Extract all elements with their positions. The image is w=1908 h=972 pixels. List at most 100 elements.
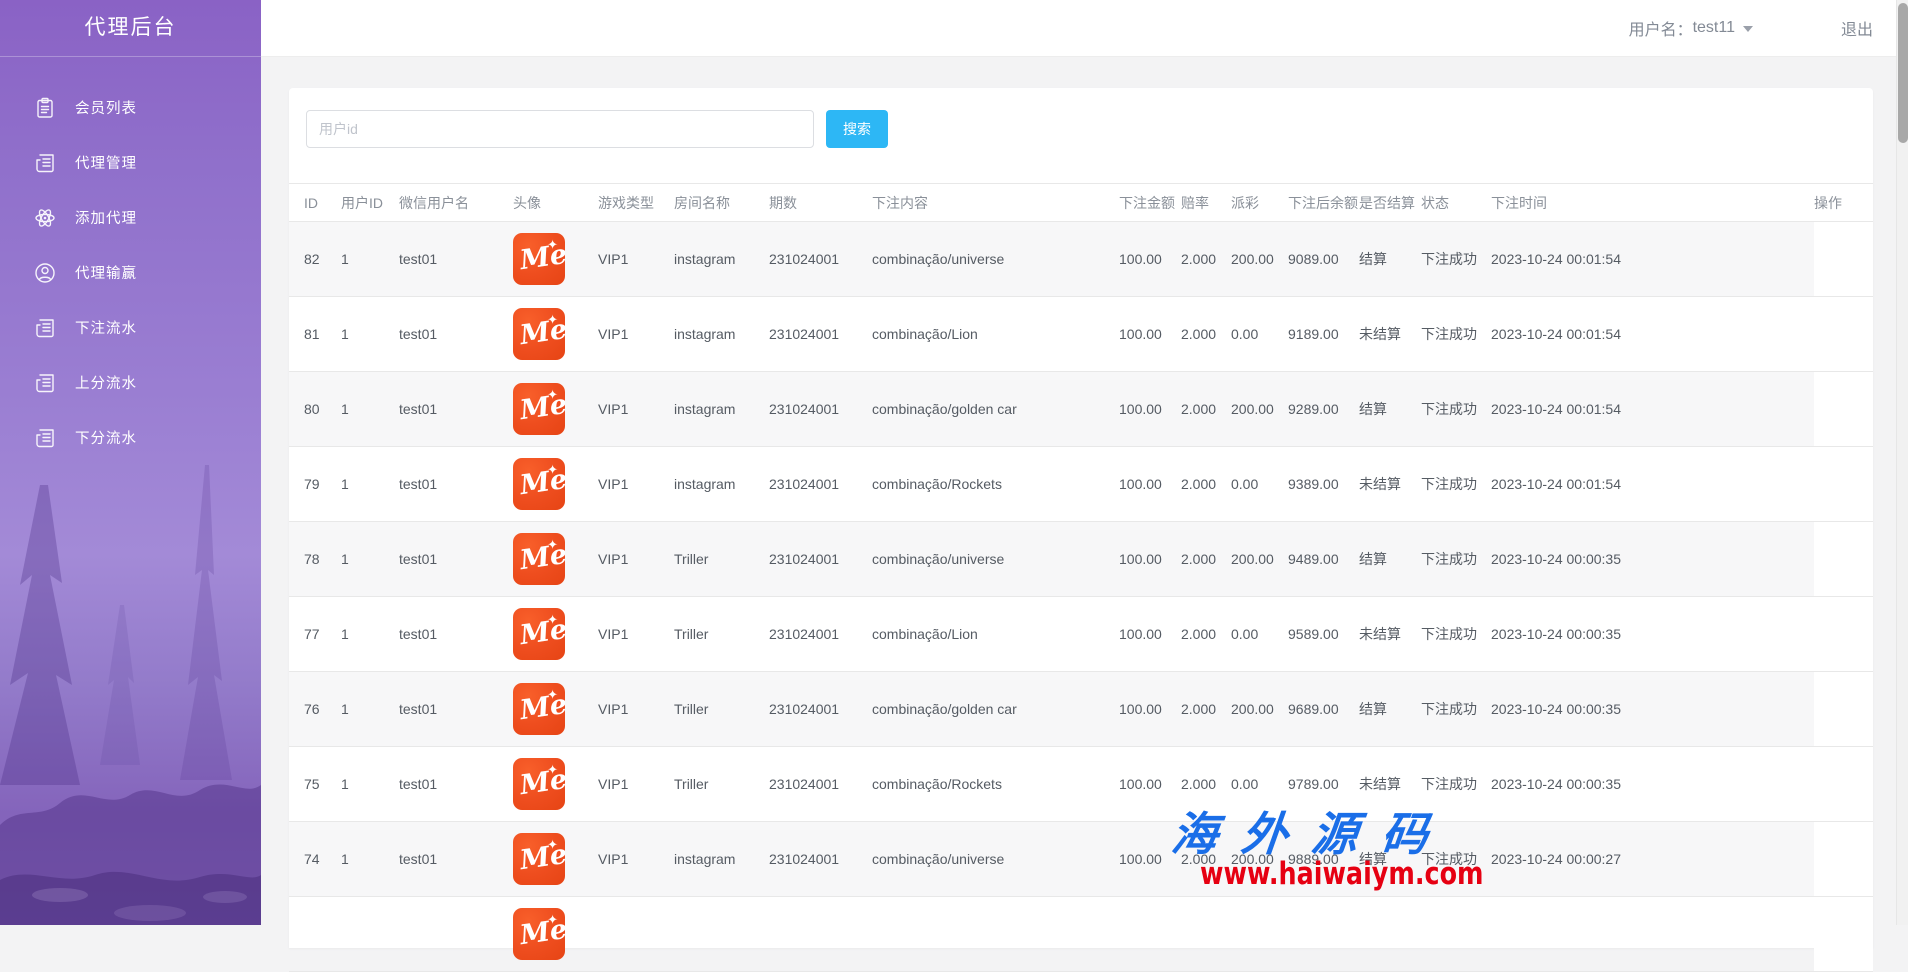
- cell-odds: 2.000: [1181, 297, 1231, 372]
- cell-room-name: [674, 897, 769, 972]
- cell-bet-content: combinação/universe: [872, 222, 1119, 297]
- sidebar-forest-background: [0, 425, 261, 925]
- cell-balance-after: 9489.00: [1288, 522, 1359, 597]
- table-row[interactable]: 75 1 test01 Me ✦ VIP1 Triller 231024001 …: [289, 747, 1873, 822]
- table-row[interactable]: 76 1 test01 Me ✦ VIP1 Triller 231024001 …: [289, 672, 1873, 747]
- sidebar-item-2[interactable]: 代理管理: [0, 135, 261, 190]
- cell-id: 81: [289, 297, 341, 372]
- logout-button[interactable]: 退出: [1841, 16, 1873, 40]
- cell-bet-time: 2023-10-24 00:00:35: [1491, 672, 1814, 747]
- cell-actions: [1814, 222, 1873, 297]
- sidebar-item-3[interactable]: 添加代理: [0, 190, 261, 245]
- cell-wechat-username: test01: [399, 597, 513, 672]
- cell-odds: [1181, 897, 1231, 972]
- cell-actions: [1814, 372, 1873, 447]
- table-row[interactable]: 81 1 test01 Me ✦ VIP1 instagram 23102400…: [289, 297, 1873, 372]
- cell-avatar: Me ✦: [513, 222, 598, 297]
- cell-bet-status: 下注成功: [1421, 297, 1491, 372]
- cell-game-type: VIP1: [598, 447, 674, 522]
- cell-bet-status: 下注成功: [1421, 522, 1491, 597]
- cell-avatar: Me ✦: [513, 747, 598, 822]
- cell-avatar: Me ✦: [513, 372, 598, 447]
- cell-user-id: 1: [341, 522, 399, 597]
- cell-bet-amount: 100.00: [1119, 597, 1181, 672]
- table-row[interactable]: 77 1 test01 Me ✦ VIP1 Triller 231024001 …: [289, 597, 1873, 672]
- cell-bet-status: 下注成功: [1421, 447, 1491, 522]
- cell-bet-status: [1421, 897, 1491, 972]
- cell-odds: 2.000: [1181, 522, 1231, 597]
- cell-payout: 0.00: [1231, 747, 1288, 822]
- column-header: 房间名称: [674, 184, 769, 222]
- cell-odds: 2.000: [1181, 822, 1231, 897]
- cell-payout: [1231, 897, 1288, 972]
- cell-wechat-username: test01: [399, 447, 513, 522]
- user-avatar: Me ✦: [513, 458, 565, 510]
- sidebar-item-5[interactable]: 下注流水: [0, 300, 261, 355]
- cell-avatar: Me ✦: [513, 447, 598, 522]
- table-row[interactable]: 80 1 test01 Me ✦ VIP1 instagram 23102400…: [289, 372, 1873, 447]
- cell-wechat-username: test01: [399, 222, 513, 297]
- cell-id: 78: [289, 522, 341, 597]
- search-input[interactable]: [306, 110, 814, 148]
- sidebar-item-4[interactable]: 代理输赢: [0, 245, 261, 300]
- cell-id: 79: [289, 447, 341, 522]
- cell-balance-after: 9089.00: [1288, 222, 1359, 297]
- cell-avatar: Me ✦: [513, 897, 598, 972]
- cell-balance-after: 9689.00: [1288, 672, 1359, 747]
- table-row-partial[interactable]: Me ✦: [289, 897, 1873, 972]
- cell-wechat-username: test01: [399, 522, 513, 597]
- column-header: 派彩: [1231, 184, 1288, 222]
- column-header: 用户ID: [341, 184, 399, 222]
- table-row[interactable]: 79 1 test01 Me ✦ VIP1 instagram 23102400…: [289, 447, 1873, 522]
- table-row[interactable]: 78 1 test01 Me ✦ VIP1 Triller 231024001 …: [289, 522, 1873, 597]
- cell-game-type: VIP1: [598, 747, 674, 822]
- news-icon: [33, 426, 57, 450]
- scrollbar-thumb[interactable]: [1898, 3, 1908, 143]
- cell-user-id: 1: [341, 747, 399, 822]
- sidebar-item-6[interactable]: 上分流水: [0, 355, 261, 410]
- cell-payout: 200.00: [1231, 672, 1288, 747]
- cell-bet-time: 2023-10-24 00:00:27: [1491, 822, 1814, 897]
- cell-avatar: Me ✦: [513, 297, 598, 372]
- clipboard-icon: [33, 96, 57, 120]
- user-avatar: Me ✦: [513, 758, 565, 810]
- cell-period: 231024001: [769, 822, 872, 897]
- cell-payout: 0.00: [1231, 447, 1288, 522]
- cell-bet-content: combinação/Lion: [872, 597, 1119, 672]
- user-dropdown[interactable]: 用户名： test11: [1629, 16, 1753, 40]
- sidebar-item-label: 上分流水: [75, 372, 137, 393]
- user-avatar: Me ✦: [513, 833, 565, 885]
- cell-actions: [1814, 297, 1873, 372]
- cell-game-type: VIP1: [598, 822, 674, 897]
- cell-game-type: [598, 897, 674, 972]
- table-row[interactable]: 82 1 test01 Me ✦ VIP1 instagram 23102400…: [289, 222, 1873, 297]
- cell-settle-status: [1359, 897, 1421, 972]
- cell-user-id: 1: [341, 297, 399, 372]
- cell-wechat-username: test01: [399, 747, 513, 822]
- cell-bet-status: 下注成功: [1421, 222, 1491, 297]
- sidebar-item-1[interactable]: 会员列表: [0, 80, 261, 135]
- cell-period: 231024001: [769, 297, 872, 372]
- cell-user-id: 1: [341, 672, 399, 747]
- cell-avatar: Me ✦: [513, 822, 598, 897]
- cell-actions: [1814, 522, 1873, 597]
- cell-odds: 2.000: [1181, 747, 1231, 822]
- cell-period: 231024001: [769, 597, 872, 672]
- cell-settle-status: 结算: [1359, 522, 1421, 597]
- cell-period: 231024001: [769, 747, 872, 822]
- cell-bet-content: combinação/Rockets: [872, 447, 1119, 522]
- cell-period: 231024001: [769, 447, 872, 522]
- cell-wechat-username: test01: [399, 297, 513, 372]
- cell-bet-amount: 100.00: [1119, 222, 1181, 297]
- column-header: 下注金额: [1119, 184, 1181, 222]
- cell-bet-content: [872, 897, 1119, 972]
- page-scrollbar[interactable]: [1896, 0, 1908, 925]
- cell-bet-time: 2023-10-24 00:01:54: [1491, 222, 1814, 297]
- sidebar-item-7[interactable]: 下分流水: [0, 410, 261, 465]
- table-header-row: ID用户ID微信用户名头像游戏类型房间名称期数下注内容下注金额赔率派彩下注后余额…: [289, 184, 1873, 222]
- cell-bet-amount: 100.00: [1119, 822, 1181, 897]
- table-row[interactable]: 74 1 test01 Me ✦ VIP1 instagram 23102400…: [289, 822, 1873, 897]
- cell-payout: 0.00: [1231, 297, 1288, 372]
- cell-balance-after: 9389.00: [1288, 447, 1359, 522]
- search-button[interactable]: 搜索: [826, 110, 888, 148]
